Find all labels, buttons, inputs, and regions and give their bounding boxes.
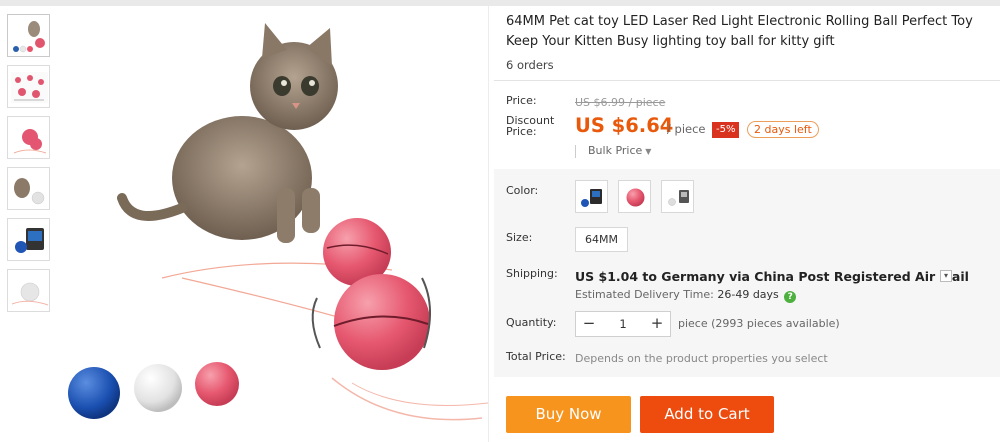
shipping-label: Shipping: (506, 267, 558, 280)
quantity-label: Quantity: (506, 316, 557, 329)
original-price: US $6.99 / piece (575, 96, 666, 109)
thumbnail-4[interactable] (7, 167, 50, 210)
total-price-note: Depends on the product properties you se… (575, 352, 828, 365)
top-bar (0, 0, 1000, 6)
increase-quantity-button[interactable]: + (646, 312, 668, 336)
bulk-price-label: Bulk Price (588, 144, 643, 157)
thumbnail-2[interactable] (7, 65, 50, 108)
chevron-down-icon: ▼ (645, 147, 652, 156)
separator-top (494, 80, 1000, 81)
thumbnail-6[interactable] (7, 269, 50, 312)
help-icon[interactable]: ? (784, 291, 797, 303)
color-swatch-pink[interactable] (618, 180, 651, 213)
product-info: 64MM Pet cat toy LED Laser Red Light Ele… (506, 12, 1000, 72)
color-swatch-blue[interactable] (575, 180, 608, 213)
discount-price-label-line2: Price: (506, 125, 537, 138)
size-label: Size: (506, 231, 533, 244)
price-label: Price: (506, 94, 537, 107)
delivery-prefix: Estimated Delivery Time: (575, 288, 714, 301)
estimated-delivery: Estimated Delivery Time: 26-49 days ? (575, 288, 797, 303)
bulk-price-dropdown[interactable]: Bulk Price ▼ (575, 145, 651, 158)
add-to-cart-button[interactable]: Add to Cart (640, 396, 774, 433)
buy-now-button[interactable]: Buy Now (506, 396, 631, 433)
thumbnail-5[interactable] (7, 218, 50, 261)
panel-divider (488, 6, 489, 442)
color-swatch-white[interactable] (661, 180, 694, 213)
price-unit: / piece (667, 122, 706, 136)
days-left-badge: 2 days left (747, 121, 819, 138)
quantity-availability: piece (2993 pieces available) (678, 317, 840, 330)
total-price-label: Total Price: (506, 350, 566, 363)
discount-price: US $6.64 (575, 114, 674, 137)
decrease-quantity-button[interactable]: − (578, 312, 600, 336)
shipping-method[interactable]: US $1.04 to Germany via China Post Regis… (575, 269, 969, 284)
order-count[interactable]: 6 orders (506, 58, 1000, 72)
main-product-image[interactable] (62, 8, 488, 438)
quantity-stepper: − 1 + (575, 311, 671, 337)
delivery-days: 26-49 days (717, 288, 779, 301)
thumbnail-list (7, 14, 51, 320)
discount-badge: -5% (712, 122, 740, 138)
quantity-input[interactable]: 1 (600, 312, 646, 336)
color-label: Color: (506, 184, 539, 197)
shipping-dropdown-icon[interactable]: ▾ (940, 270, 952, 282)
product-title: 64MM Pet cat toy LED Laser Red Light Ele… (506, 14, 973, 49)
thumbnail-3[interactable] (7, 116, 50, 159)
size-option[interactable]: 64MM (575, 227, 628, 252)
thumbnail-1[interactable] (7, 14, 50, 57)
